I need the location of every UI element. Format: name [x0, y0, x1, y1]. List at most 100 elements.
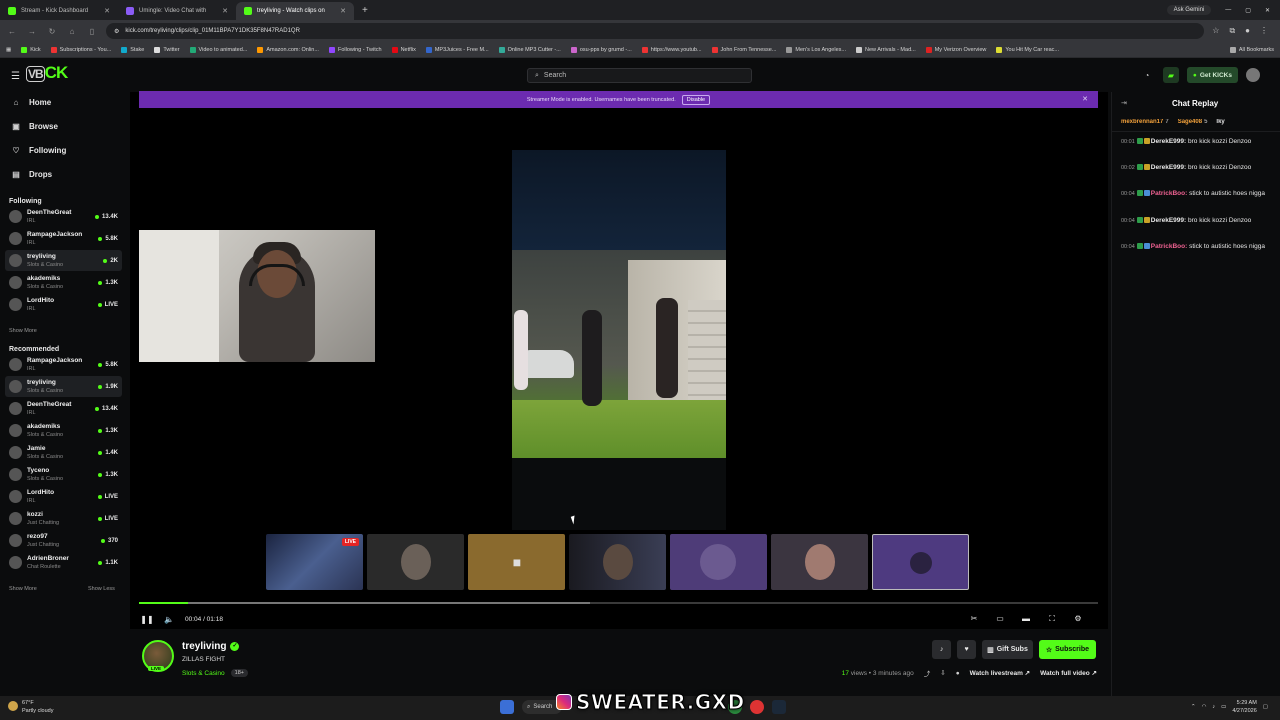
show-more-button[interactable]: Show More: [9, 586, 37, 592]
menu-icon[interactable]: ⋮: [1260, 26, 1268, 36]
show-less-button[interactable]: Show Less: [88, 586, 115, 592]
site-info-icon[interactable]: ⚙: [114, 28, 119, 35]
search-input[interactable]: ⌕ Search: [527, 68, 752, 83]
sidebar-channel[interactable]: treyliving Slots & Casino 2K: [5, 250, 122, 271]
bookmark[interactable]: Kick: [21, 46, 41, 53]
download-icon[interactable]: ⇩: [940, 669, 945, 677]
bookmark[interactable]: Video to animated...: [189, 46, 247, 53]
watch-full-video-link[interactable]: Watch full video ↗: [1040, 669, 1097, 677]
picture-in-picture-icon[interactable]: ▭: [992, 614, 1008, 624]
gifter[interactable]: mexbrennan17 7: [1121, 119, 1169, 125]
reload-icon[interactable]: ↻: [46, 27, 58, 36]
collapse-chat-icon[interactable]: ⇥: [1121, 99, 1127, 107]
app-icon[interactable]: [750, 700, 764, 714]
clip-thumbnail[interactable]: [771, 534, 868, 590]
forward-icon[interactable]: →: [26, 27, 38, 36]
gifter[interactable]: Sage408 5: [1178, 119, 1208, 125]
browser-tab[interactable]: Umingle: Video Chat with ✕: [118, 2, 236, 20]
chat-username[interactable]: PatrickBoo:: [1151, 190, 1187, 197]
close-icon[interactable]: ✕: [104, 7, 110, 15]
bookmark[interactable]: My Verizon Overview: [925, 46, 986, 53]
chat-username[interactable]: PatrickBoo:: [1151, 243, 1187, 250]
sidebar-channel[interactable]: Tyceno Slots & Casino 1.3K: [5, 464, 122, 485]
minimize-icon[interactable]: —: [1225, 7, 1231, 13]
sidebar-icon[interactable]: ▯: [86, 27, 98, 36]
user-avatar[interactable]: [1246, 68, 1260, 82]
sidebar-item-browse[interactable]: ▣ Browse: [11, 122, 58, 131]
kicks-icon[interactable]: ▰: [1162, 67, 1179, 83]
bookmark[interactable]: MP3Juices - Free M...: [425, 46, 489, 53]
sidebar-channel[interactable]: akademiks Slots & Casino 1.3K: [5, 420, 122, 441]
all-bookmarks[interactable]: All Bookmarks: [1229, 46, 1274, 53]
clip-thumbnail[interactable]: [569, 534, 666, 590]
sidebar-channel[interactable]: AdrienBroner Chat Roulette 1.1K: [5, 552, 122, 573]
clip-thumbnail[interactable]: ■: [468, 534, 565, 590]
sidebar-channel[interactable]: akademiks Slots & Casino 1.3K: [5, 272, 122, 293]
notification-bell-button[interactable]: ♪: [932, 640, 952, 659]
sidebar-channel[interactable]: RampageJackson IRL 5.8K: [5, 228, 122, 249]
fullscreen-icon[interactable]: ⛶: [1044, 614, 1060, 624]
bookmark[interactable]: Amazon.com: Onlin...: [257, 46, 319, 53]
battery-icon[interactable]: ▭: [1221, 704, 1226, 710]
sidebar-channel[interactable]: LordHito IRL LIVE: [5, 294, 122, 315]
bookmark[interactable]: You Hit My Car reac...: [996, 46, 1059, 53]
windows-start-icon[interactable]: [500, 700, 514, 714]
clip-thumbnail[interactable]: [872, 534, 969, 590]
back-icon[interactable]: ←: [6, 27, 18, 36]
address-bar[interactable]: ⚙ kick.com/treyliving/clips/clip_01M11BP…: [106, 23, 1205, 39]
follow-button[interactable]: ♥: [957, 640, 977, 659]
browser-tab-active[interactable]: treyliving - Watch clips on ✕: [236, 2, 354, 20]
clip-icon[interactable]: ◔: [1139, 67, 1155, 83]
watch-livestream-link[interactable]: Watch livestream ↗: [970, 669, 1031, 677]
notifications-icon[interactable]: ▢: [1263, 704, 1268, 710]
bookmark[interactable]: Men's Los Angeles...: [786, 46, 846, 53]
profile-icon[interactable]: ●: [1245, 26, 1250, 36]
bookmark[interactable]: https://www.youtub...: [641, 46, 702, 53]
bookmark[interactable]: osu-pps by grumd -...: [570, 46, 632, 53]
home-icon[interactable]: ⌂: [66, 27, 78, 36]
hamburger-menu-icon[interactable]: ☰: [11, 71, 20, 82]
clip-thumbnail[interactable]: [670, 534, 767, 590]
close-icon[interactable]: ✕: [222, 7, 228, 15]
settings-icon[interactable]: ⚙: [1070, 614, 1086, 624]
sidebar-channel[interactable]: Jamie Slots & Casino 1.4K: [5, 442, 122, 463]
category-link[interactable]: Slots & Casino: [182, 670, 225, 677]
bookmark[interactable]: Netflix: [391, 46, 416, 53]
ask-gemini-button[interactable]: Ask Gemini: [1166, 5, 1212, 15]
show-more-button[interactable]: Show More: [9, 328, 37, 334]
bookmark[interactable]: John From Tennesse...: [711, 46, 776, 53]
bookmark[interactable]: Stake: [121, 46, 144, 53]
gifter[interactable]: lky: [1216, 119, 1226, 125]
share-icon[interactable]: ⤴: [924, 668, 931, 678]
bookmark[interactable]: Online MP3 Cutter -...: [498, 46, 561, 53]
sidebar-channel[interactable]: kozzi Just Chatting LIVE: [5, 508, 122, 529]
weather-widget[interactable]: 67°F Partly cloudy: [8, 699, 54, 715]
apps-icon[interactable]: ▦: [6, 47, 11, 53]
gift-subs-button[interactable]: ▥ Gift Subs: [982, 640, 1033, 659]
browser-tab[interactable]: Stream - Kick Dashboard ✕: [0, 2, 118, 20]
kick-logo[interactable]: VB CK: [26, 63, 82, 85]
tray-chevron-icon[interactable]: ⌃: [1191, 704, 1196, 710]
sidebar-item-home[interactable]: ⌂ Home: [11, 98, 52, 107]
new-tab-icon[interactable]: +: [362, 5, 368, 16]
sidebar-item-drops[interactable]: ▤ Drops: [11, 170, 52, 179]
close-icon[interactable]: ✕: [340, 7, 346, 15]
sidebar-channel[interactable]: LordHito IRL LIVE: [5, 486, 122, 507]
sidebar-item-following[interactable]: ♡ Following: [11, 146, 66, 155]
bookmark[interactable]: New Arrivals - Mad...: [855, 46, 916, 53]
sidebar-channel[interactable]: RampageJackson IRL 5.8K: [5, 354, 122, 375]
get-kicks-button[interactable]: ● Get KICKs: [1186, 67, 1238, 83]
chat-username[interactable]: DerekE999:: [1151, 138, 1186, 145]
channel-name[interactable]: treyliving: [182, 641, 226, 652]
pause-icon[interactable]: ❚❚: [139, 615, 155, 624]
video-progress-bar[interactable]: [139, 602, 1098, 604]
extensions-icon[interactable]: ⧉: [1229, 26, 1235, 36]
star-icon[interactable]: ☆: [1212, 26, 1219, 36]
chat-username[interactable]: DerekE999:: [1151, 164, 1186, 171]
steam-icon[interactable]: [772, 700, 786, 714]
report-icon[interactable]: ●: [956, 670, 960, 677]
volume-icon[interactable]: 🔈: [161, 615, 177, 624]
subscribe-button[interactable]: ☆ Subscribe: [1038, 640, 1096, 659]
bookmark[interactable]: Subscriptions - You...: [50, 46, 111, 53]
disable-streamer-mode-button[interactable]: Disable: [681, 94, 711, 105]
